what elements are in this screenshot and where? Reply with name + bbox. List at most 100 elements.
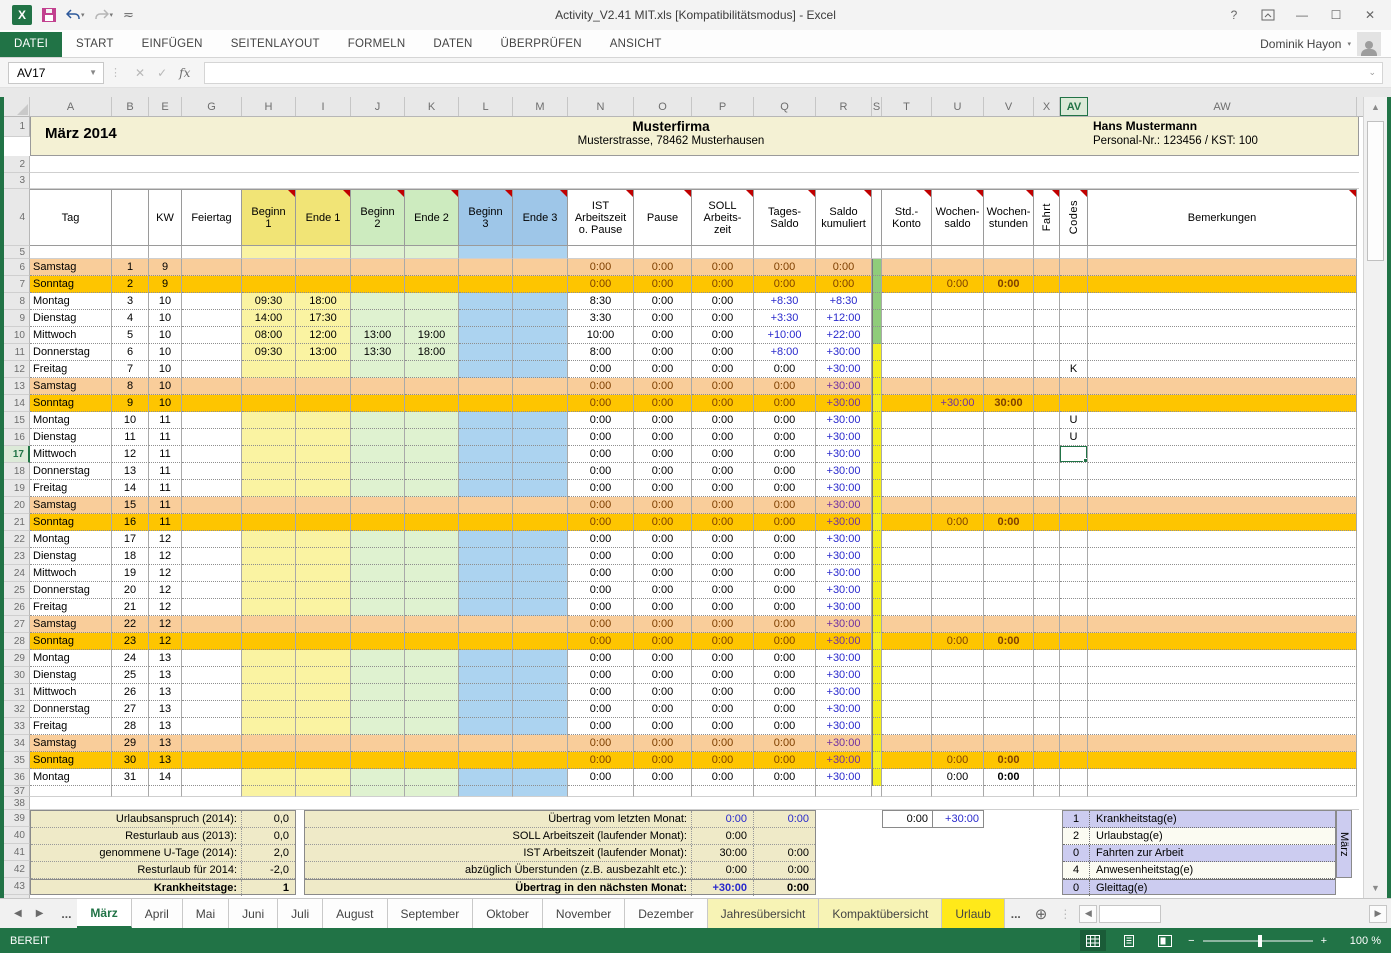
cell[interactable] [872, 616, 882, 633]
cell[interactable] [513, 327, 568, 344]
ribbon-tab-formeln[interactable]: FORMELN [334, 32, 420, 57]
cell[interactable] [242, 616, 296, 633]
cell[interactable]: 0:00 [692, 429, 754, 446]
cell[interactable]: 0:00 [634, 327, 692, 344]
cell[interactable]: Freitag [30, 361, 112, 378]
scroll-down-icon[interactable]: ▼ [1363, 878, 1388, 898]
cell[interactable] [692, 786, 754, 797]
cell[interactable]: 09:30 [242, 344, 296, 361]
cell[interactable] [932, 246, 984, 259]
cell[interactable] [872, 735, 882, 752]
cell[interactable] [882, 633, 932, 650]
cell[interactable] [405, 378, 459, 395]
cell[interactable]: +30:00 [816, 344, 872, 361]
cell[interactable]: 17:30 [296, 310, 351, 327]
cell[interactable] [872, 310, 882, 327]
row-header-19[interactable]: 19 [4, 480, 30, 497]
cell[interactable] [1060, 599, 1088, 616]
cell[interactable]: 0:00 [568, 480, 634, 497]
maximize-button[interactable]: ☐ [1321, 4, 1351, 26]
cell[interactable] [882, 276, 932, 293]
cell[interactable] [882, 446, 932, 463]
cell[interactable] [242, 565, 296, 582]
cell[interactable] [242, 548, 296, 565]
cell[interactable] [513, 531, 568, 548]
row-header-13[interactable]: 13 [4, 378, 30, 395]
cell[interactable] [872, 565, 882, 582]
cell[interactable]: 0:00 [634, 480, 692, 497]
cell[interactable]: 15 [112, 497, 149, 514]
cell[interactable] [754, 786, 816, 797]
cell[interactable]: 0:00 [568, 514, 634, 531]
cell[interactable] [459, 582, 513, 599]
cell[interactable] [984, 735, 1034, 752]
column-header-U[interactable]: U [932, 97, 984, 116]
cell[interactable] [872, 361, 882, 378]
cell[interactable]: +30:00 [816, 412, 872, 429]
cell[interactable] [459, 548, 513, 565]
row-header-17[interactable]: 17 [4, 446, 30, 463]
cell[interactable] [882, 565, 932, 582]
cell[interactable] [513, 361, 568, 378]
cell[interactable] [296, 650, 351, 667]
cell[interactable] [1060, 293, 1088, 310]
cell[interactable] [872, 650, 882, 667]
confirm-entry-icon[interactable]: ✓ [157, 66, 167, 80]
cell[interactable] [351, 769, 405, 786]
cell[interactable] [30, 786, 112, 797]
cell[interactable] [984, 599, 1034, 616]
cell[interactable]: 0:00 [932, 769, 984, 786]
cell[interactable]: 0:00 [754, 531, 816, 548]
cell[interactable]: Samstag [30, 259, 112, 276]
cell[interactable]: 0:00 [568, 497, 634, 514]
cell[interactable]: 9 [149, 276, 182, 293]
cell[interactable]: Donnerstag [30, 344, 112, 361]
cell[interactable] [296, 701, 351, 718]
cell[interactable]: 10 [149, 310, 182, 327]
cell[interactable] [1034, 650, 1060, 667]
column-header-P[interactable]: P [692, 97, 754, 116]
cell[interactable] [984, 446, 1034, 463]
cell[interactable] [149, 786, 182, 797]
cell[interactable] [296, 412, 351, 429]
cell[interactable] [882, 548, 932, 565]
cell[interactable] [1060, 480, 1088, 497]
cell[interactable]: +30:00 [816, 701, 872, 718]
cell[interactable] [816, 246, 872, 259]
cell[interactable] [1088, 344, 1357, 361]
cell[interactable] [405, 599, 459, 616]
cell[interactable]: +8:30 [754, 293, 816, 310]
cell[interactable]: 0:00 [634, 718, 692, 735]
cell[interactable]: +30:00 [816, 565, 872, 582]
table-header-e3[interactable]: Ende 3 [513, 189, 568, 246]
cell[interactable]: Donnerstag [30, 463, 112, 480]
cell[interactable] [882, 429, 932, 446]
cell[interactable] [1088, 395, 1357, 412]
cell[interactable] [242, 718, 296, 735]
cell[interactable] [872, 293, 882, 310]
cell[interactable]: 13 [149, 752, 182, 769]
cell[interactable] [242, 769, 296, 786]
sheet-tab-juli[interactable]: Juli [278, 899, 324, 928]
cell[interactable] [513, 344, 568, 361]
row-header-36[interactable]: 36 [4, 769, 30, 786]
cell[interactable] [182, 599, 242, 616]
row-header-26[interactable]: 26 [4, 599, 30, 616]
cell[interactable] [1088, 378, 1357, 395]
cell[interactable]: 0:00 [754, 361, 816, 378]
cell[interactable] [242, 463, 296, 480]
cell[interactable]: 0:00 [634, 667, 692, 684]
cell[interactable]: +30:00 [816, 633, 872, 650]
cell[interactable]: +30:00 [816, 548, 872, 565]
cell[interactable] [1088, 633, 1357, 650]
cell[interactable]: Sonntag [30, 752, 112, 769]
summary-value[interactable]: +30:00 [691, 880, 753, 896]
cell[interactable] [1034, 395, 1060, 412]
cell[interactable]: 0:00 [692, 633, 754, 650]
cell[interactable]: 27 [112, 701, 149, 718]
cell[interactable]: 0:00 [634, 633, 692, 650]
cell[interactable] [1034, 548, 1060, 565]
cell[interactable]: 0:00 [568, 650, 634, 667]
cell[interactable]: 12 [149, 582, 182, 599]
cell[interactable] [1060, 259, 1088, 276]
